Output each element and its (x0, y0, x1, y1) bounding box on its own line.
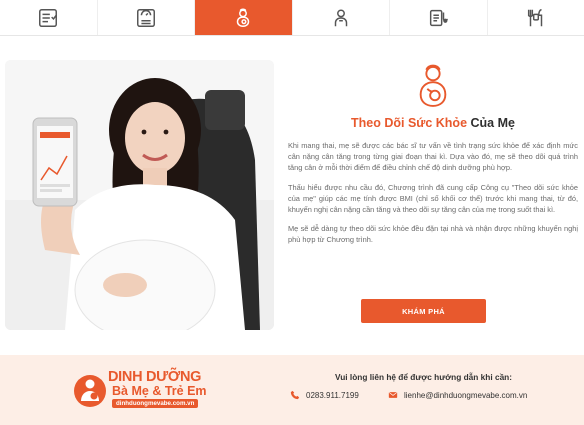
tab-nutrition[interactable] (488, 0, 584, 35)
explore-button[interactable]: KHÁM PHÁ (361, 299, 486, 323)
tab-checklist[interactable] (0, 0, 98, 35)
pregnant-mother-icon (419, 64, 447, 107)
tab-baby[interactable] (293, 0, 390, 35)
section-title: Theo Dõi Sức Khỏe Của Mẹ (288, 116, 578, 130)
mother-health-section: Theo Dõi Sức Khỏe Của Mẹ Khi mang thai, … (288, 60, 578, 246)
logo-child: Trẻ Em (164, 384, 207, 398)
logo-website: dinhduongmevabe.com.vn (112, 399, 199, 408)
meal-24h-icon (527, 8, 542, 26)
title-accent: Của Mẹ (470, 116, 515, 130)
mail-icon (388, 392, 398, 398)
logo-mother: Bà Mẹ (112, 384, 149, 398)
tab-checkup[interactable] (390, 0, 488, 35)
contact-phone[interactable]: 0283.911.7199 (290, 390, 359, 400)
intro-paragraph-1: Khi mang thai, mẹ sẽ được các bác sĩ tư … (288, 141, 578, 173)
logo-ampersand: & (152, 384, 162, 398)
pregnant-woman-photo (5, 60, 274, 330)
logo-line-2: Bà Mẹ & Trẻ Em (112, 384, 207, 398)
phone-icon (290, 390, 300, 400)
title-main: Theo Dõi Sức Khỏe (351, 116, 468, 130)
stethoscope-icon (430, 9, 449, 26)
contact-title: Vui lòng liên hệ để được hướng dẫn khi c… (335, 372, 513, 382)
checklist-icon (39, 8, 58, 27)
tab-scale[interactable] (98, 0, 195, 35)
brand-logo[interactable]: DINH DƯỠNG Bà Mẹ & Trẻ Em dinhduongmevab… (72, 369, 212, 413)
tab-mother-health[interactable] (195, 0, 293, 35)
mother-child-logo-icon (74, 375, 106, 407)
phone-number: 0283.911.7199 (306, 390, 359, 400)
intro-paragraph-3: Mẹ sẽ dễ dàng tự theo dõi sức khỏe đều đ… (288, 224, 578, 245)
baby-icon (334, 8, 347, 26)
scale-icon (136, 8, 155, 27)
footer: DINH DƯỠNG Bà Mẹ & Trẻ Em dinhduongmevab… (0, 355, 584, 425)
intro-paragraph-2: Thấu hiểu được nhu cầu đó, Chương trình … (288, 182, 578, 215)
pregnant-mother-icon (237, 8, 250, 27)
email-address: lienhe@dinhduongmevabe.com.vn (404, 390, 528, 400)
contact-email[interactable]: lienhe@dinhduongmevabe.com.vn (388, 390, 527, 400)
logo-line-1: DINH DƯỠNG (108, 369, 202, 385)
feature-tab-bar (0, 0, 584, 36)
